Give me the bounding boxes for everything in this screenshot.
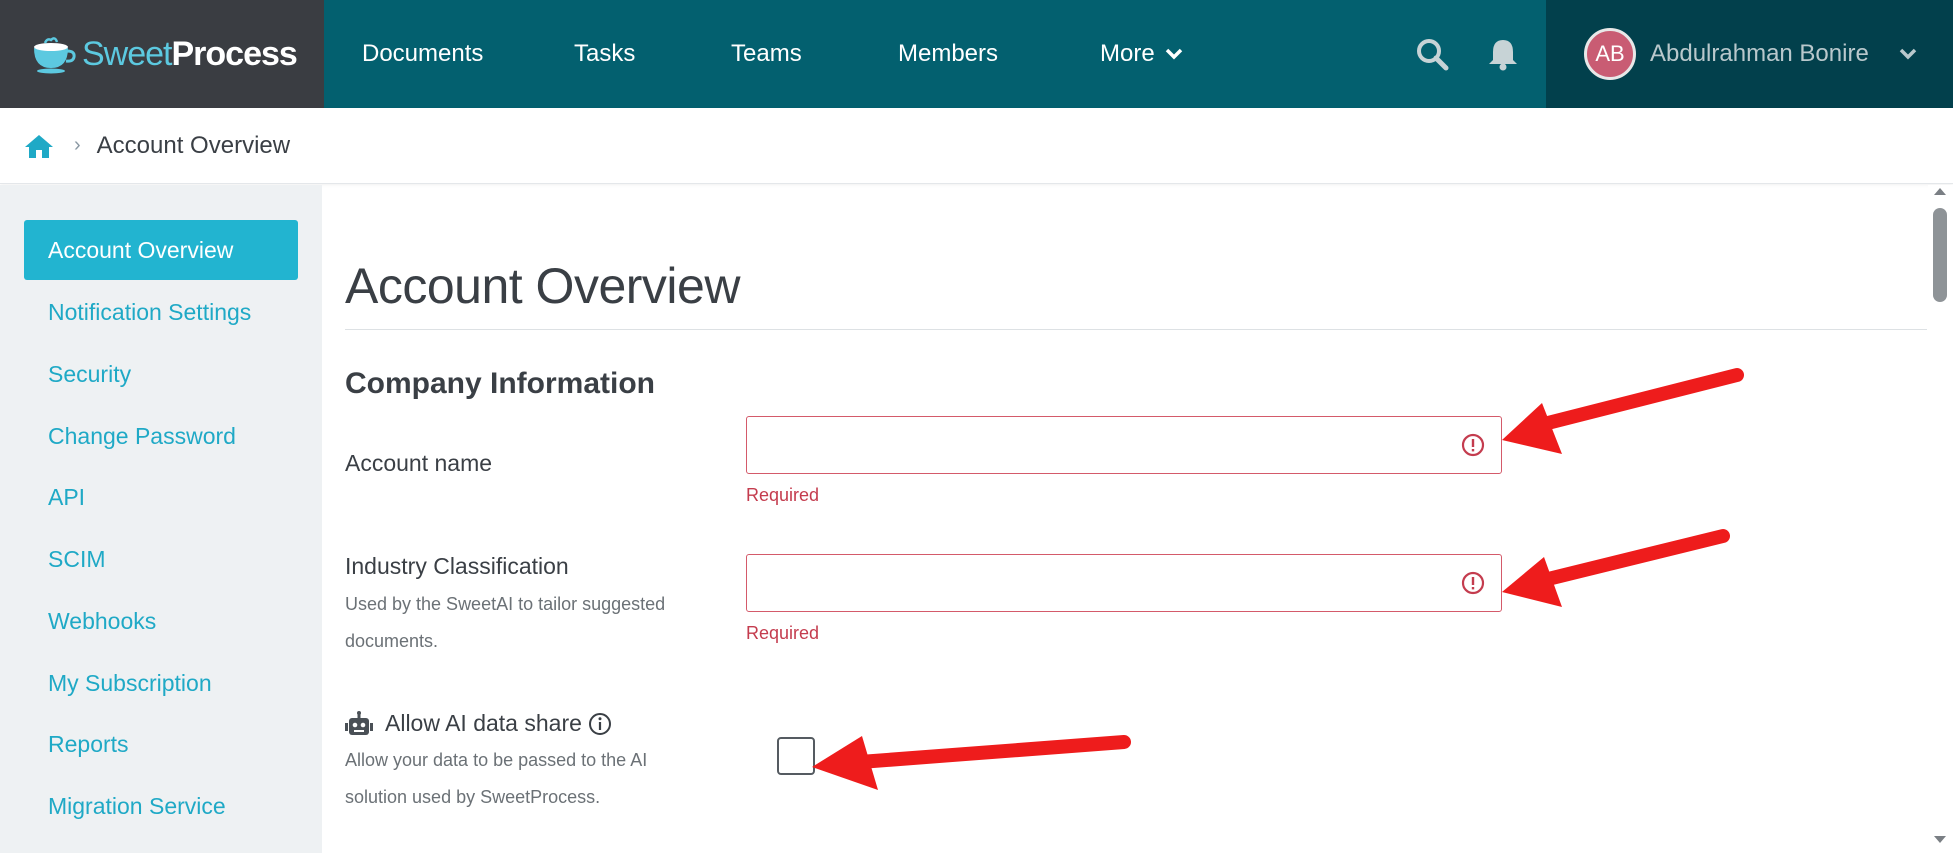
breadcrumb: › Account Overview <box>0 108 1953 184</box>
info-icon[interactable] <box>588 712 612 736</box>
chevron-down-icon <box>1899 48 1917 60</box>
scrollbar-thumb[interactable] <box>1933 208 1947 302</box>
page-title: Account Overview <box>345 258 740 314</box>
ai-share-help-text: Allow your data to be passed to the AI s… <box>345 750 648 807</box>
sidebar-item-reports[interactable]: Reports <box>24 714 298 774</box>
ai-share-label-row: Allow AI data share <box>345 710 612 737</box>
chevron-right-icon: › <box>74 134 81 156</box>
main-content: Account Overview Company Information Acc… <box>322 185 1928 853</box>
sidebar-item-notification-settings[interactable]: Notification Settings <box>24 282 298 342</box>
sidebar: Account Overview Notification Settings S… <box>0 185 322 853</box>
chevron-down-icon <box>1165 48 1182 60</box>
nav-members[interactable]: Members <box>898 0 998 108</box>
sidebar-item-scim[interactable]: SCIM <box>24 529 298 589</box>
search-icon[interactable] <box>1414 36 1450 72</box>
breadcrumb-current: Account Overview <box>96 131 291 159</box>
industry-error: Required <box>746 623 820 643</box>
account-name-input[interactable] <box>746 416 1502 474</box>
nav-more[interactable]: More <box>1100 0 1183 108</box>
sidebar-item-account-overview[interactable]: Account Overview <box>24 220 298 280</box>
top-navigation-bar: SweetProcess Documents Tasks Teams Membe… <box>0 0 1953 108</box>
section-title: Company Information <box>345 367 656 400</box>
ai-share-checkbox[interactable] <box>777 737 815 775</box>
logo[interactable]: SweetProcess <box>0 0 324 108</box>
account-name-error: Required <box>746 485 820 505</box>
ai-share-label: Allow AI data share <box>385 710 582 736</box>
scroll-up-arrow-icon[interactable] <box>1934 188 1946 195</box>
industry-label: Industry Classification <box>345 553 569 579</box>
home-icon[interactable] <box>24 133 54 159</box>
user-name: Abdulrahman Bonire <box>1650 40 1869 67</box>
scroll-down-arrow-icon[interactable] <box>1934 836 1946 843</box>
sidebar-item-change-password[interactable]: Change Password <box>24 406 298 466</box>
nav-teams[interactable]: Teams <box>731 0 802 108</box>
account-name-label: Account name <box>345 450 493 476</box>
sidebar-item-webhooks[interactable]: Webhooks <box>24 591 298 651</box>
industry-input[interactable] <box>746 554 1502 612</box>
robot-icon <box>345 710 373 735</box>
bell-icon[interactable] <box>1485 36 1521 72</box>
logo-text: SweetProcess <box>82 34 298 73</box>
industry-help-text: Used by the SweetAI to tailor suggested … <box>345 594 666 651</box>
divider <box>345 329 1927 330</box>
avatar: AB <box>1584 28 1636 80</box>
sidebar-item-migration-service[interactable]: Migration Service <box>24 776 298 836</box>
error-icon <box>1461 571 1485 595</box>
user-menu[interactable]: AB Abdulrahman Bonire <box>1546 0 1953 108</box>
sidebar-item-security[interactable]: Security <box>24 344 298 404</box>
nav-documents[interactable]: Documents <box>362 0 483 108</box>
teacup-logo-icon <box>34 37 76 74</box>
sidebar-item-api[interactable]: API <box>24 467 298 527</box>
error-icon <box>1461 433 1485 457</box>
sidebar-item-my-subscription[interactable]: My Subscription <box>24 653 298 713</box>
nav-tasks[interactable]: Tasks <box>574 0 635 108</box>
